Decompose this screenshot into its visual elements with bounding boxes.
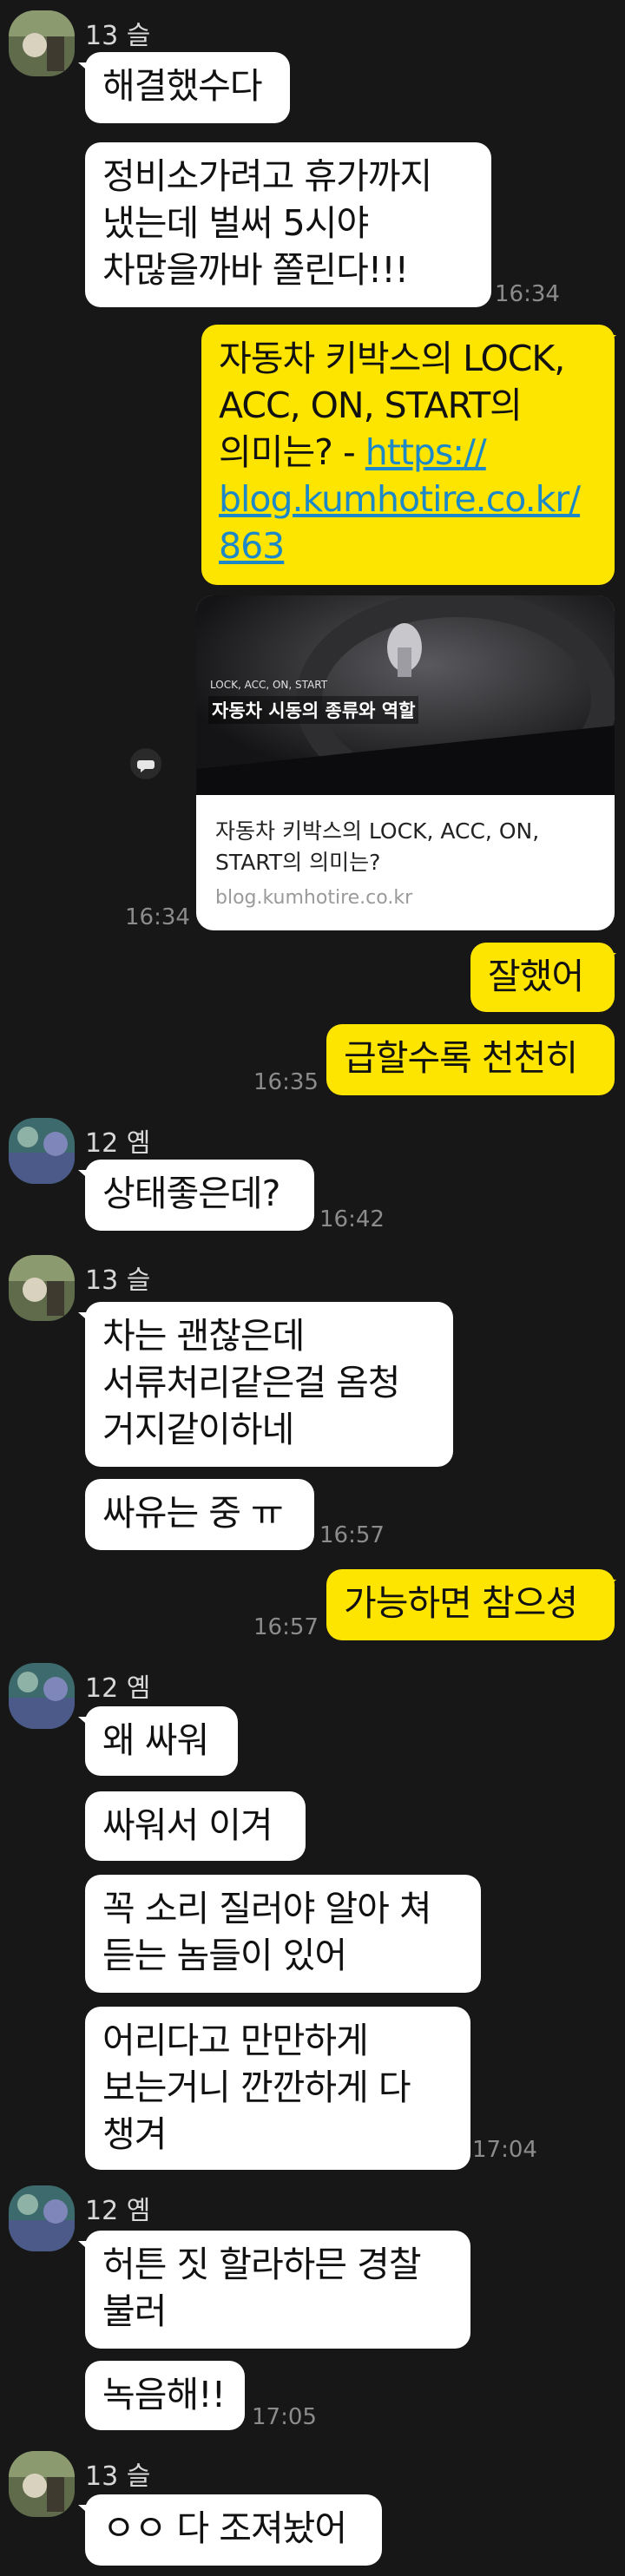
timestamp: 16:34	[495, 281, 560, 307]
message-bubble[interactable]: 잘했어	[470, 943, 615, 1012]
message-bubble[interactable]: 가능하면 참으셩	[326, 1569, 615, 1640]
message-bubble[interactable]: 급할수록 천천히	[326, 1024, 615, 1095]
message-bubble[interactable]: 싸워서 이겨	[85, 1791, 306, 1861]
avatar-13[interactable]	[9, 2451, 75, 2517]
message-bubble[interactable]: ㅇㅇ 다 조져놨어	[85, 2494, 382, 2566]
timestamp: 16:42	[319, 1206, 385, 1232]
message-bubble[interactable]: 해결했수다	[85, 52, 290, 123]
avatar-12[interactable]	[9, 2185, 75, 2251]
message-bubble[interactable]: 차는 괜찮은데 서류처리같은걸 옴청 거지같이하네	[85, 1302, 453, 1467]
image-caption-small: LOCK, ACC, ON, START	[210, 679, 328, 691]
message-bubble[interactable]: 어리다고 만만하게 보는거니 깐깐하게 다 챙겨	[85, 2007, 470, 2170]
message-bubble-link[interactable]: 자동차 키박스의 LOCK, ACC, ON, START의 의미는? - ht…	[201, 325, 615, 585]
timestamp: 16:57	[319, 1522, 385, 1548]
timestamp: 17:05	[252, 2404, 317, 2430]
message-bubble[interactable]: 싸유는 중 ㅠ	[85, 1479, 314, 1550]
sender-name: 12 옘	[85, 2196, 151, 2226]
sender-name: 13 슬	[85, 21, 151, 51]
timestamp: 16:57	[253, 1614, 319, 1640]
link-preview-card[interactable]: LOCK, ACC, ON, START 자동차 시동의 종류와 역할 자동차 …	[196, 595, 615, 930]
link-preview-image	[196, 595, 615, 808]
avatar-13[interactable]	[9, 1255, 75, 1321]
message-bubble[interactable]: 녹음해!!	[85, 2361, 245, 2430]
link-preview-title: 자동차 키박스의 LOCK, ACC, ON, START의 의미는?	[215, 818, 540, 875]
sender-name: 12 옘	[85, 1128, 151, 1159]
timestamp: 17:04	[472, 2137, 537, 2163]
message-bubble[interactable]: 꼭 소리 질러야 알아 쳐 듣는 놈들이 있어	[85, 1875, 481, 1993]
link-preview-domain: blog.kumhotire.co.kr	[215, 887, 413, 909]
sender-name: 13 슬	[85, 2461, 151, 2492]
message-bubble[interactable]: 상태좋은데?	[85, 1160, 314, 1231]
timestamp: 16:35	[253, 1069, 319, 1095]
avatar-13[interactable]	[9, 10, 75, 76]
message-bubble[interactable]: 정비소가려고 휴가까지 냈는데 벌써 5시야 차많을까바 쫄린다!!!	[85, 142, 491, 307]
timestamp: 16:34	[125, 904, 190, 930]
sender-name: 13 슬	[85, 1265, 151, 1296]
image-caption-title: 자동차 시동의 종류와 역할	[208, 696, 419, 724]
avatar-12[interactable]	[9, 1118, 75, 1184]
message-bubble[interactable]: 왜 싸워	[85, 1706, 238, 1776]
message-bubble[interactable]: 허튼 짓 할라하믄 경찰 불러	[85, 2231, 470, 2349]
share-icon[interactable]	[130, 748, 161, 779]
avatar-12[interactable]	[9, 1663, 75, 1729]
sender-name: 12 옘	[85, 1673, 151, 1704]
